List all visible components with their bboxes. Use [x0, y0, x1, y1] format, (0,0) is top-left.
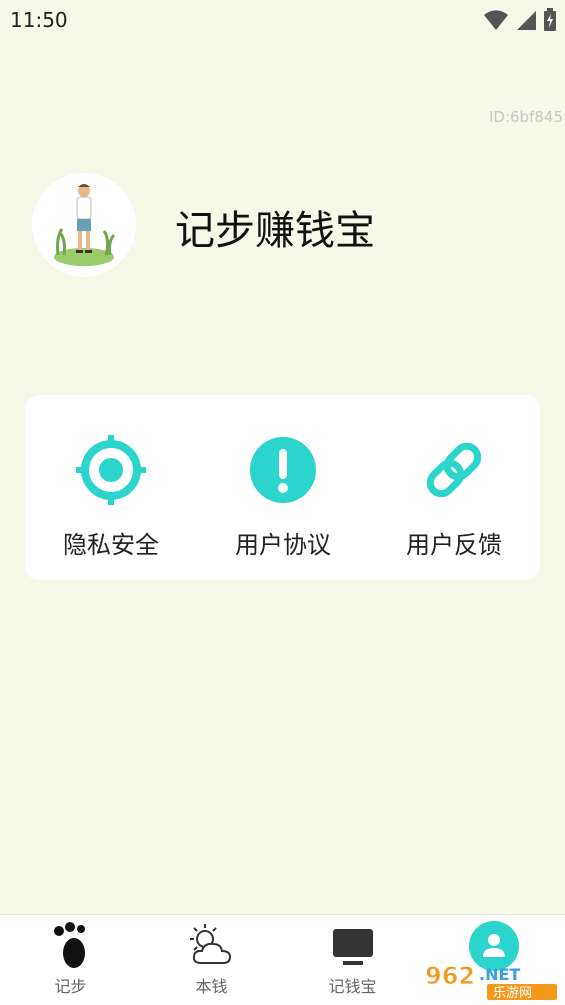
tab-capital-label: 本钱: [195, 977, 228, 996]
menu-item-agreement[interactable]: 用户协议: [197, 435, 369, 560]
menu-item-agreement-label: 用户协议: [235, 531, 331, 559]
app-title: 记步赚钱宝: [175, 208, 375, 254]
menu-item-feedback-label: 用户反馈: [406, 531, 502, 559]
tab-money-box-label: 记钱宝: [328, 977, 377, 996]
exclamation-icon: [250, 437, 316, 503]
avatar[interactable]: [32, 173, 136, 277]
tab-steps[interactable]: 记步: [0, 915, 141, 1005]
crosshair-icon: [76, 435, 146, 505]
svg-text:乐游网: 乐游网: [493, 986, 532, 1000]
status-time: 11:50: [10, 8, 68, 32]
tab-capital[interactable]: 本钱: [141, 915, 282, 1005]
avatar-illustration: [54, 184, 116, 266]
settings-menu-card: 隐私安全 用户协议 用户反馈: [25, 395, 540, 580]
svg-text:962: 962: [425, 962, 475, 990]
user-id: ID:6bf845: [488, 108, 563, 126]
menu-item-privacy-label: 隐私安全: [63, 531, 159, 559]
svg-text:.NET: .NET: [479, 965, 520, 984]
menu-item-privacy[interactable]: 隐私安全: [25, 435, 197, 560]
footprint-icon: [53, 922, 85, 968]
menu-item-feedback[interactable]: 用户反馈: [368, 435, 540, 560]
watermark-logo: 962 .NET 乐游网: [421, 958, 561, 1001]
status-bar: 11:50: [0, 0, 565, 40]
battery-icon: [544, 8, 556, 31]
tab-money-box[interactable]: 记钱宝: [282, 915, 423, 1005]
signal-icon: [517, 11, 536, 30]
status-icons: [483, 8, 557, 32]
tv-icon: [332, 929, 373, 965]
tab-steps-label: 记步: [54, 977, 87, 996]
sun-cloud-icon: [189, 924, 231, 964]
wifi-icon: [484, 10, 508, 30]
link-icon: [426, 442, 482, 498]
